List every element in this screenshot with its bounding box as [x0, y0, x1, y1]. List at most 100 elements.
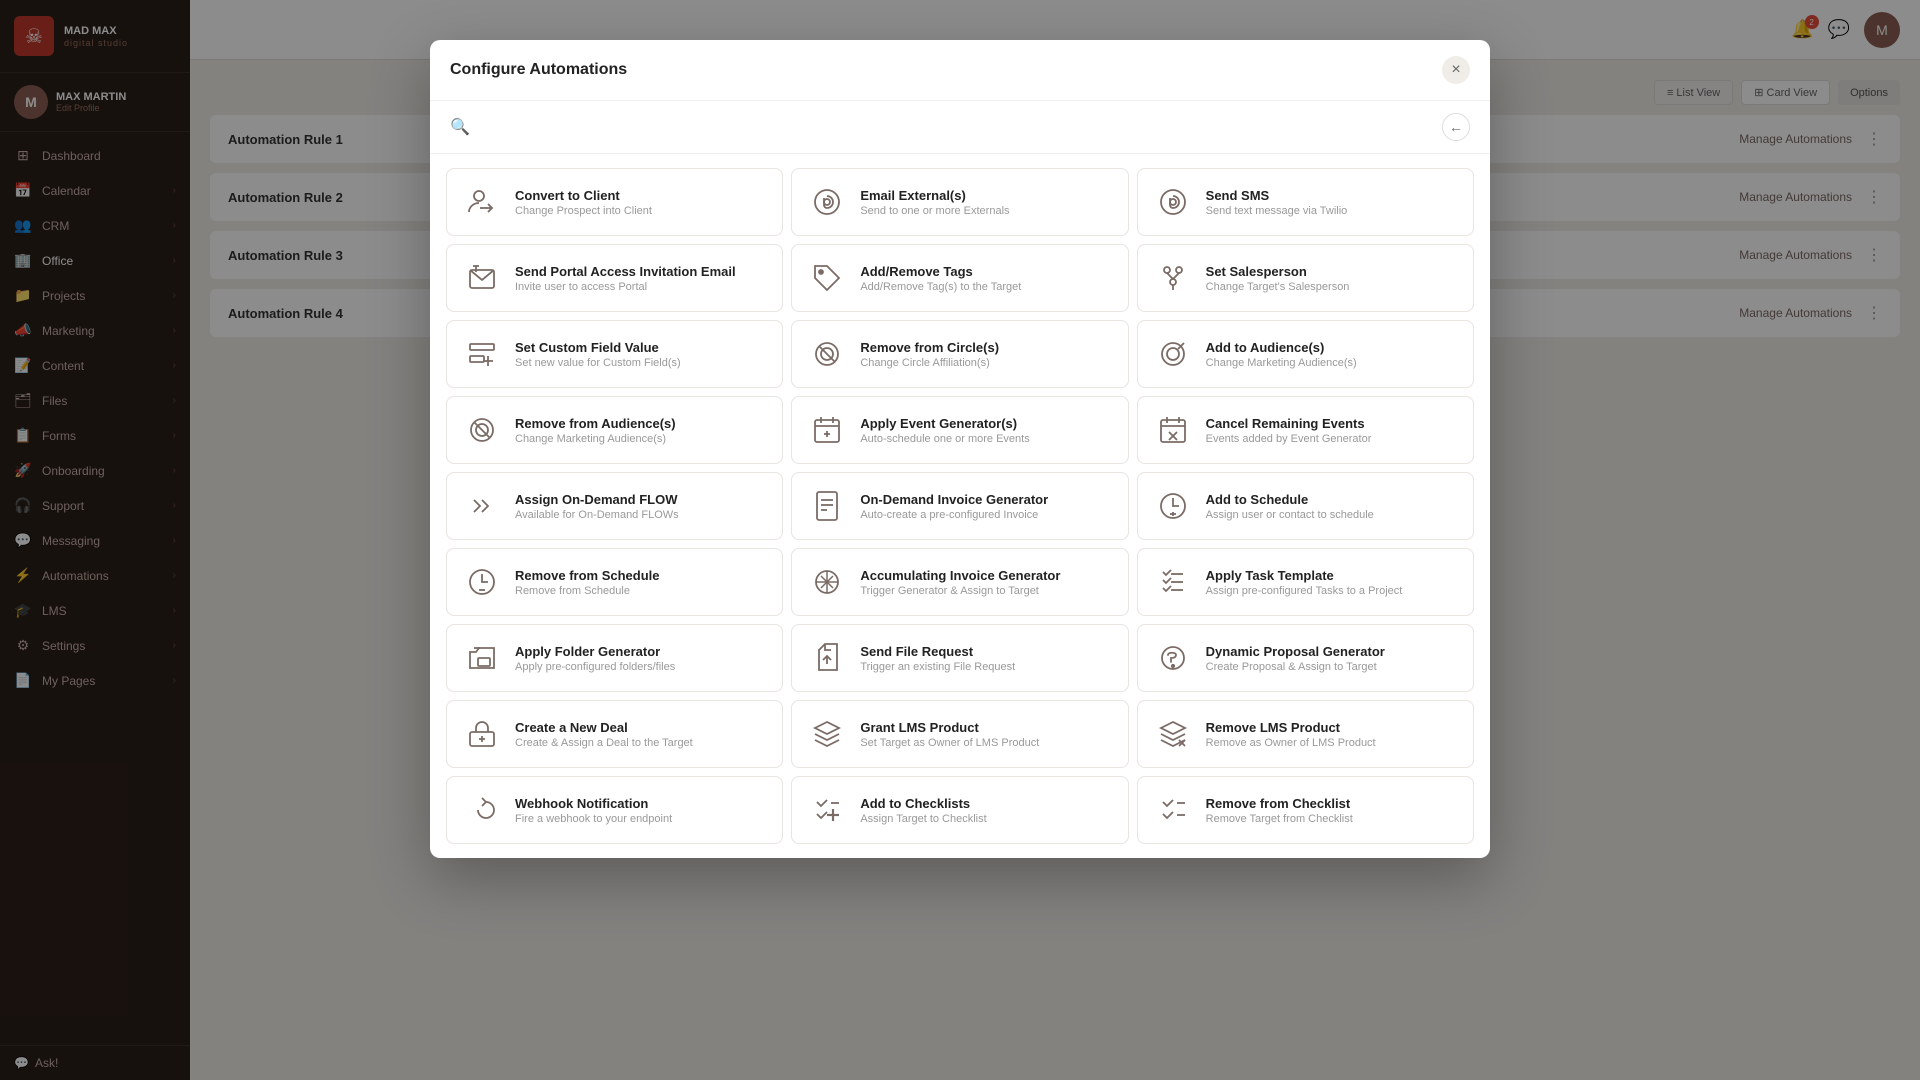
automation-card-assign-on-demand-flow[interactable]: Assign On-Demand FLOWAvailable for On-De…	[446, 472, 783, 540]
automation-card-create-new-deal[interactable]: Create a New Deal Create & Assign a Deal …	[446, 700, 783, 768]
send-sms-title: Send SMS	[1206, 188, 1457, 203]
cancel-remaining-events-description: Events added by Event Generator	[1206, 433, 1457, 445]
send-sms-icon	[1154, 183, 1192, 221]
remove-from-checklist-title: Remove from Checklist	[1206, 796, 1457, 811]
automation-card-remove-from-checklist[interactable]: Remove from ChecklistRemove Target from …	[1137, 776, 1474, 844]
configure-automations-modal: Configure Automations × 🔍 ← Convert to C…	[430, 40, 1490, 858]
convert-to-client-description: Change Prospect into Client	[515, 205, 766, 217]
create-new-deal-title: Create a New Deal	[515, 720, 766, 735]
automation-card-apply-folder-generator[interactable]: Apply Folder GeneratorApply pre-configur…	[446, 624, 783, 692]
apply-task-template-description: Assign pre-configured Tasks to a Project	[1206, 585, 1457, 597]
remove-from-circle-title: Remove from Circle(s)	[860, 340, 1111, 355]
automation-card-send-portal-email[interactable]: Send Portal Access Invitation Email Invit…	[446, 244, 783, 312]
webhook-notification-description: Fire a webhook to your endpoint	[515, 813, 766, 825]
automation-card-on-demand-invoice[interactable]: On-Demand Invoice GeneratorAuto-create a…	[791, 472, 1128, 540]
remove-from-schedule-text: Remove from Schedule Remove from Schedule	[515, 568, 766, 597]
modal-close-button[interactable]: ×	[1442, 56, 1470, 84]
on-demand-invoice-icon	[808, 487, 846, 525]
automation-card-convert-to-client[interactable]: Convert to Client Change Prospect into Cl…	[446, 168, 783, 236]
remove-from-schedule-description: Remove from Schedule	[515, 585, 766, 597]
automation-card-set-salesperson[interactable]: Set Salesperson Change Target's Salespers…	[1137, 244, 1474, 312]
remove-from-audiences-icon	[463, 411, 501, 449]
cancel-remaining-events-icon	[1154, 411, 1192, 449]
automation-card-add-remove-tags[interactable]: Add/Remove TagsAdd/Remove Tag(s) to the …	[791, 244, 1128, 312]
automation-card-cancel-remaining-events[interactable]: Cancel Remaining Events Events added by E…	[1137, 396, 1474, 464]
apply-task-template-title: Apply Task Template	[1206, 568, 1457, 583]
remove-from-schedule-title: Remove from Schedule	[515, 568, 766, 583]
automation-card-send-sms[interactable]: Send SMS Send text message via Twilio	[1137, 168, 1474, 236]
automation-card-add-to-checklists[interactable]: Add to ChecklistsAssign Target to Checkl…	[791, 776, 1128, 844]
remove-from-audiences-description: Change Marketing Audience(s)	[515, 433, 766, 445]
add-to-schedule-icon	[1154, 487, 1192, 525]
apply-task-template-icon	[1154, 563, 1192, 601]
automation-card-remove-from-schedule[interactable]: Remove from Schedule Remove from Schedule	[446, 548, 783, 616]
send-sms-description: Send text message via Twilio	[1206, 205, 1457, 217]
send-portal-email-text: Send Portal Access Invitation Email Invit…	[515, 264, 766, 293]
send-file-request-icon	[808, 639, 846, 677]
remove-from-audiences-title: Remove from Audience(s)	[515, 416, 766, 431]
set-salesperson-title: Set Salesperson	[1206, 264, 1457, 279]
on-demand-invoice-title: On-Demand Invoice Generator	[860, 492, 1111, 507]
apply-event-generator-title: Apply Event Generator(s)	[860, 416, 1111, 431]
remove-from-schedule-icon	[463, 563, 501, 601]
set-custom-field-description: Set new value for Custom Field(s)	[515, 357, 766, 369]
automation-card-apply-event-generator[interactable]: Apply Event Generator(s) Auto-schedule on…	[791, 396, 1128, 464]
search-input[interactable]	[480, 119, 1432, 135]
automation-card-add-to-audiences[interactable]: Add to Audience(s)Change Marketing Audie…	[1137, 320, 1474, 388]
grant-lms-product-description: Set Target as Owner of LMS Product	[860, 737, 1111, 749]
automation-card-add-to-schedule[interactable]: Add to ScheduleAssign user or contact to…	[1137, 472, 1474, 540]
set-salesperson-text: Set Salesperson Change Target's Salespers…	[1206, 264, 1457, 293]
apply-folder-generator-title: Apply Folder Generator	[515, 644, 766, 659]
email-externals-description: Send to one or more Externals	[860, 205, 1111, 217]
apply-folder-generator-text: Apply Folder GeneratorApply pre-configur…	[515, 644, 766, 673]
automation-card-apply-task-template[interactable]: Apply Task Template Assign pre-configured…	[1137, 548, 1474, 616]
accumulating-invoice-title: Accumulating Invoice Generator	[860, 568, 1111, 583]
convert-to-client-icon	[463, 183, 501, 221]
create-new-deal-text: Create a New Deal Create & Assign a Deal …	[515, 720, 766, 749]
automation-card-accumulating-invoice[interactable]: Accumulating Invoice GeneratorTrigger Ge…	[791, 548, 1128, 616]
automation-card-remove-from-circle[interactable]: Remove from Circle(s) Change Circle Affil…	[791, 320, 1128, 388]
send-portal-email-description: Invite user to access Portal	[515, 281, 766, 293]
assign-on-demand-flow-text: Assign On-Demand FLOWAvailable for On-De…	[515, 492, 766, 521]
accumulating-invoice-text: Accumulating Invoice GeneratorTrigger Ge…	[860, 568, 1111, 597]
remove-from-circle-description: Change Circle Affiliation(s)	[860, 357, 1111, 369]
apply-event-generator-description: Auto-schedule one or more Events	[860, 433, 1111, 445]
convert-to-client-title: Convert to Client	[515, 188, 766, 203]
modal-body: Convert to Client Change Prospect into Cl…	[430, 154, 1490, 858]
send-portal-email-icon	[463, 259, 501, 297]
set-custom-field-text: Set Custom Field ValueSet new value for …	[515, 340, 766, 369]
dynamic-proposal-title: Dynamic Proposal Generator	[1206, 644, 1457, 659]
remove-lms-product-icon	[1154, 715, 1192, 753]
set-salesperson-description: Change Target's Salesperson	[1206, 281, 1457, 293]
automation-card-send-file-request[interactable]: Send File RequestTrigger an existing Fil…	[791, 624, 1128, 692]
add-to-schedule-text: Add to ScheduleAssign user or contact to…	[1206, 492, 1457, 521]
apply-event-generator-text: Apply Event Generator(s) Auto-schedule on…	[860, 416, 1111, 445]
set-salesperson-icon	[1154, 259, 1192, 297]
remove-lms-product-description: Remove as Owner of LMS Product	[1206, 737, 1457, 749]
create-new-deal-description: Create & Assign a Deal to the Target	[515, 737, 766, 749]
add-to-checklists-text: Add to ChecklistsAssign Target to Checkl…	[860, 796, 1111, 825]
on-demand-invoice-text: On-Demand Invoice GeneratorAuto-create a…	[860, 492, 1111, 521]
webhook-notification-text: Webhook Notification Fire a webhook to yo…	[515, 796, 766, 825]
send-portal-email-title: Send Portal Access Invitation Email	[515, 264, 766, 279]
remove-from-audiences-text: Remove from Audience(s) Change Marketing …	[515, 416, 766, 445]
automation-card-remove-lms-product[interactable]: Remove LMS ProductRemove as Owner of LMS…	[1137, 700, 1474, 768]
modal-title: Configure Automations	[450, 61, 627, 79]
automation-card-email-externals[interactable]: Email External(s)Send to one or more Ext…	[791, 168, 1128, 236]
back-button[interactable]: ←	[1442, 113, 1470, 141]
webhook-notification-title: Webhook Notification	[515, 796, 766, 811]
cancel-remaining-events-title: Cancel Remaining Events	[1206, 416, 1457, 431]
modal-overlay[interactable]: Configure Automations × 🔍 ← Convert to C…	[0, 0, 1920, 1080]
add-remove-tags-text: Add/Remove TagsAdd/Remove Tag(s) to the …	[860, 264, 1111, 293]
set-custom-field-icon	[463, 335, 501, 373]
automation-card-dynamic-proposal[interactable]: Dynamic Proposal GeneratorCreate Proposa…	[1137, 624, 1474, 692]
automation-card-set-custom-field[interactable]: Set Custom Field ValueSet new value for …	[446, 320, 783, 388]
remove-lms-product-text: Remove LMS ProductRemove as Owner of LMS…	[1206, 720, 1457, 749]
remove-from-checklist-icon	[1154, 791, 1192, 829]
convert-to-client-text: Convert to Client Change Prospect into Cl…	[515, 188, 766, 217]
automation-card-remove-from-audiences[interactable]: Remove from Audience(s) Change Marketing …	[446, 396, 783, 464]
add-remove-tags-icon	[808, 259, 846, 297]
automation-card-webhook-notification[interactable]: Webhook Notification Fire a webhook to yo…	[446, 776, 783, 844]
email-externals-text: Email External(s)Send to one or more Ext…	[860, 188, 1111, 217]
automation-card-grant-lms-product[interactable]: Grant LMS ProductSet Target as Owner of …	[791, 700, 1128, 768]
